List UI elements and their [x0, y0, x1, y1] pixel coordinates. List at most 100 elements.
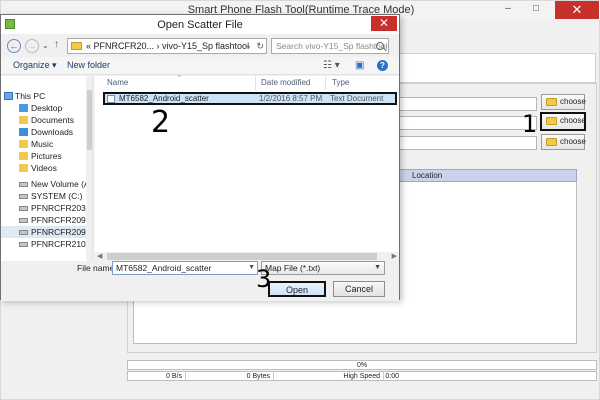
status-time: 0:00 [385, 373, 399, 380]
chevron-down-icon[interactable]: ▼ [248, 262, 255, 274]
table-header: Location [399, 169, 577, 182]
file-type-value: Map File (*.txt) [265, 263, 321, 273]
column-divider[interactable] [325, 76, 326, 90]
tree-item-drive-e[interactable]: PFNRCFR2095 (E: [1, 214, 86, 226]
search-input[interactable]: Search vivo-Y15_Sp flashtool [271, 38, 389, 54]
file-name-value: MT6582_Android_scatter [116, 263, 212, 273]
folder-icon [546, 138, 557, 146]
videos-folder-icon [19, 164, 28, 172]
column-divider[interactable] [255, 76, 256, 90]
dialog-footer: File name: MT6582_Android_scatter ▼ Map … [1, 261, 399, 301]
tree-item-pictures[interactable]: Pictures [1, 150, 86, 162]
dialog-title: Open Scatter File [157, 19, 243, 31]
chevron-down-icon[interactable]: ⌄ [245, 39, 252, 53]
drive-icon [19, 194, 28, 199]
forward-arrow-icon[interactable]: → [25, 39, 39, 53]
downloads-folder-icon [19, 128, 28, 136]
file-row-selected[interactable]: MT6582_Android_scatter 1/2/2016 8:57 PM … [103, 92, 397, 105]
scrollbar-thumb[interactable] [107, 253, 377, 260]
chevron-down-icon[interactable]: ▼ [374, 262, 381, 274]
sort-up-icon: ^ [178, 75, 181, 81]
drive-icon [19, 206, 28, 211]
view-options-icon[interactable]: ☷ ▾ [323, 60, 340, 71]
folder-icon [546, 98, 557, 106]
status-mode: High Speed [274, 372, 384, 381]
tree-item-drive-g[interactable]: PFNRCFR2106 (G: [1, 238, 86, 250]
recent-locations-icon[interactable]: ⌄ [42, 41, 49, 50]
tree-item-downloads[interactable]: Downloads [1, 126, 86, 138]
file-name-label: File name: [77, 263, 117, 273]
choose-download-agent-button[interactable]: choose [541, 94, 586, 110]
file-list[interactable]: Name ^ Date modified Type MT6582_Android… [95, 75, 399, 261]
search-icon[interactable] [376, 42, 384, 50]
scatter-file-field[interactable] [399, 116, 537, 130]
tree-item-label: Pictures [31, 151, 62, 161]
computer-icon [4, 92, 13, 100]
desktop-folder-icon [19, 104, 28, 112]
step-1-annotation: 1 [522, 110, 538, 138]
refresh-icon[interactable]: ↻ [256, 39, 264, 53]
file-type-cell: Text Document [330, 94, 384, 103]
choose-label: choose [560, 137, 586, 146]
organize-menu[interactable]: Organize ▾ [13, 60, 57, 71]
tree-item-label: SYSTEM (C:) [31, 191, 83, 201]
drive-icon [19, 218, 28, 223]
help-icon[interactable]: ? [377, 60, 388, 71]
tree-item-drive-d[interactable]: PFNRCFR2035 (D: [1, 202, 86, 214]
tree-item-label: PFNRCFR2095 (E: [31, 215, 86, 225]
tree-item-documents[interactable]: Documents [1, 114, 86, 126]
tree-item-label: New Volume (A:) [31, 179, 86, 189]
open-button[interactable]: Open [268, 281, 326, 297]
file-name-input[interactable]: MT6582_Android_scatter ▼ [112, 261, 258, 275]
step-2-annotation: 2 [151, 105, 171, 140]
main-close-button[interactable]: ✕ [555, 1, 599, 19]
status-speed: 0 B/s [128, 372, 186, 381]
scrollbar-thumb[interactable] [87, 90, 92, 150]
tree-item-label: Desktop [31, 103, 63, 113]
step-3-annotation: 3 [256, 265, 272, 293]
status-bar: 0 B/s 0 Bytes High Speed 0:00 [127, 371, 597, 381]
drive-icon [19, 230, 28, 235]
navigation-pane[interactable]: This PC Desktop Documents Downloads Musi… [1, 76, 93, 261]
tree-item-label: PFNRCFR2096 (F: [31, 227, 86, 237]
back-arrow-icon[interactable]: ← [7, 39, 21, 53]
music-folder-icon [19, 140, 28, 148]
tree-item-new-volume[interactable]: New Volume (A:) [1, 178, 86, 190]
choose-auth-button[interactable]: choose [541, 134, 586, 150]
type-column-header[interactable]: Type [332, 78, 349, 87]
progress-bar: 0% [127, 360, 597, 370]
auth-file-field[interactable] [399, 136, 537, 150]
folder-icon [71, 42, 82, 50]
tree-item-drive-f[interactable]: PFNRCFR2096 (F: [1, 226, 86, 238]
tree-item-label: Videos [31, 163, 57, 173]
scroll-right-icon[interactable]: ▶ [392, 252, 397, 260]
choose-label: choose [560, 116, 586, 125]
location-column-header: Location [412, 171, 443, 180]
maximize-button[interactable]: □ [529, 3, 543, 15]
tree-item-desktop[interactable]: Desktop [1, 102, 86, 114]
dialog-close-button[interactable]: ✕ [371, 16, 397, 31]
tree-item-videos[interactable]: Videos [1, 162, 86, 174]
download-agent-field[interactable] [399, 97, 537, 111]
horizontal-scrollbar[interactable]: ◀ ▶ [95, 252, 399, 261]
file-type-select[interactable]: Map File (*.txt) ▼ [261, 261, 385, 275]
up-arrow-icon[interactable]: ↑ [54, 39, 59, 50]
drive-icon [19, 242, 28, 247]
scroll-left-icon[interactable]: ◀ [97, 252, 102, 260]
pictures-folder-icon [19, 152, 28, 160]
cancel-button[interactable]: Cancel [333, 281, 385, 297]
tree-item-music[interactable]: Music [1, 138, 86, 150]
new-folder-button[interactable]: New folder [67, 60, 110, 70]
choose-scatter-button[interactable]: choose [540, 112, 586, 131]
tree-item-system-c[interactable]: SYSTEM (C:) [1, 190, 86, 202]
tree-item-this-pc[interactable]: This PC [1, 90, 86, 102]
minimize-button[interactable]: – [501, 3, 515, 15]
name-column-header[interactable]: Name [107, 78, 128, 87]
choose-label: choose [560, 97, 586, 106]
tree-item-label: PFNRCFR2035 (D: [31, 203, 86, 213]
open-scatter-file-dialog: Open Scatter File ✕ ← → ⌄ ↑ « PFNRCFR20.… [0, 14, 400, 301]
address-bar[interactable]: « PFNRCFR20... › vivo-Y15_Sp flashtool ⌄… [67, 38, 267, 54]
navigation-scrollbar[interactable] [86, 76, 92, 261]
preview-pane-icon[interactable]: ▣ [355, 60, 364, 71]
date-column-header[interactable]: Date modified [261, 78, 310, 87]
